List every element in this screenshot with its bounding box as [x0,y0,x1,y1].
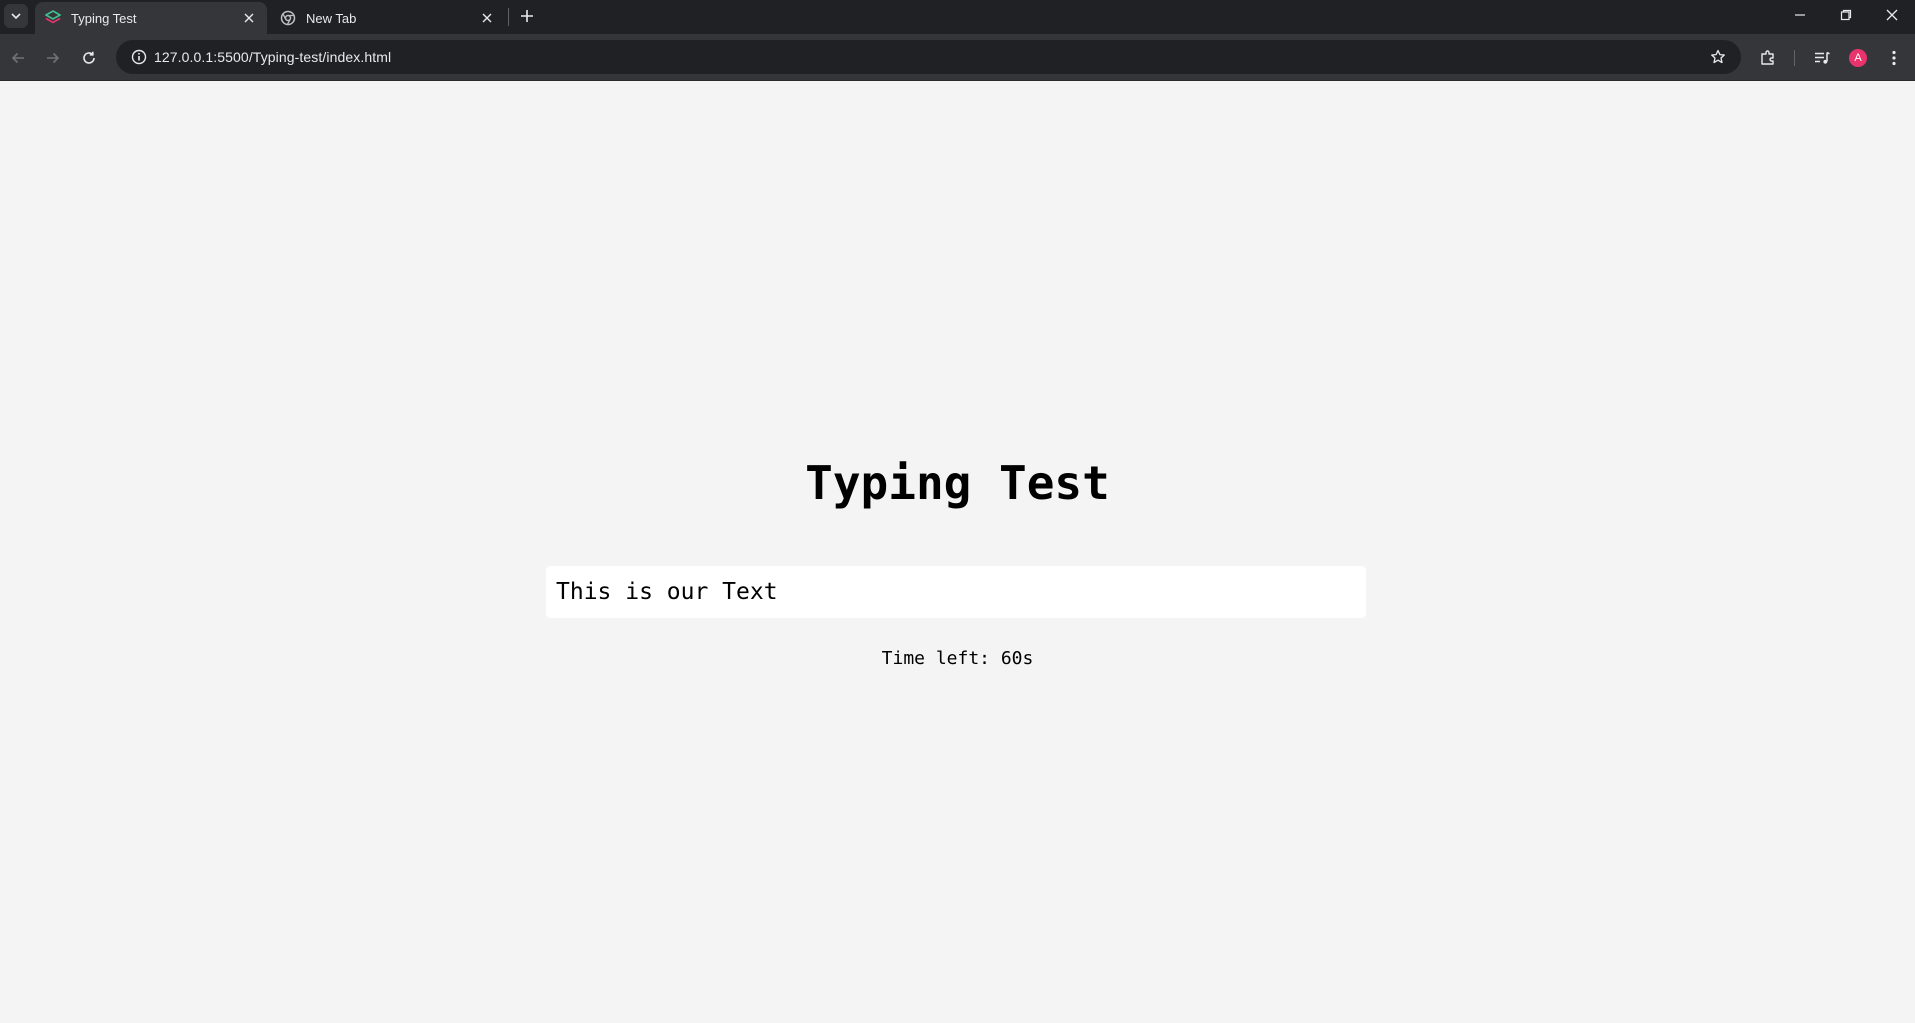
bookmark-star-icon[interactable] [1703,49,1733,65]
typing-text-box[interactable]: This is our Text [546,566,1366,618]
back-arrow-icon [11,52,24,64]
forward-button[interactable] [39,44,67,72]
page-title: Typing Test [805,456,1110,510]
puzzle-piece-icon [1761,50,1774,65]
timer-text: Time left: 60s [881,648,1034,669]
chevron-down-icon [11,13,21,20]
reload-icon [83,51,95,64]
restore-button[interactable] [1823,0,1869,30]
toolbar-divider [1794,50,1795,66]
minimize-button[interactable] [1777,0,1823,30]
profile-button[interactable]: A [1844,44,1872,72]
extensions-button[interactable] [1754,44,1782,72]
tab-search-button[interactable] [4,4,28,28]
tab-typing-test[interactable]: Typing Test [35,2,267,34]
minimize-icon [1795,14,1805,16]
tab-title: New Tab [306,10,357,26]
kebab-menu-icon [1892,50,1896,66]
reload-button[interactable] [75,44,103,72]
avatar: A [1849,49,1867,67]
close-icon [1886,9,1898,21]
browser-toolbar: 127.0.0.1:5500/Typing-test/index.html A [0,34,1915,81]
media-queue-icon [1815,51,1830,64]
media-controls-button[interactable] [1808,44,1836,72]
back-button[interactable] [4,44,32,72]
menu-button[interactable] [1880,44,1908,72]
site-info-icon[interactable] [124,49,154,65]
chrome-icon [280,10,296,26]
plus-icon [521,10,533,22]
typing-test-favicon-icon [45,10,61,26]
tab-new-tab[interactable]: New Tab [270,2,505,34]
new-tab-button[interactable] [515,4,539,28]
close-tab-icon[interactable] [241,10,257,26]
forward-arrow-icon [47,52,60,64]
address-bar[interactable]: 127.0.0.1:5500/Typing-test/index.html [116,40,1741,74]
close-tab-icon[interactable] [479,10,495,26]
close-window-button[interactable] [1869,0,1915,30]
page-content: Typing Test This is our Text Time left: … [0,82,1915,1023]
tab-title: Typing Test [71,10,137,26]
tab-strip: Typing Test New Tab [0,0,1915,34]
restore-icon [1840,9,1852,21]
tab-separator [508,8,509,26]
url-text[interactable]: 127.0.0.1:5500/Typing-test/index.html [154,49,1703,65]
